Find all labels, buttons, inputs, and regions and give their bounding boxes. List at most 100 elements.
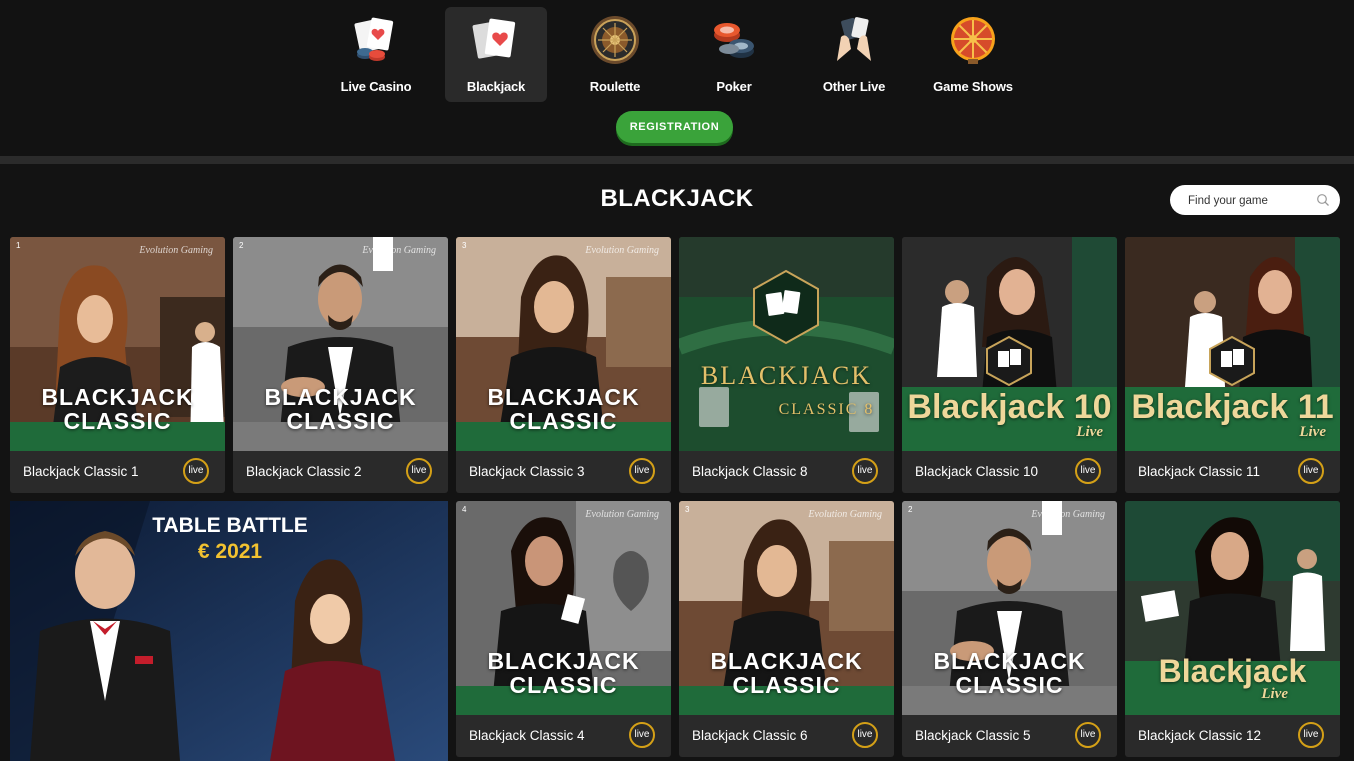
promo-title: TABLE BATTLE € 2021	[140, 513, 320, 565]
thumbnail-title-line: CLASSIC 8	[778, 401, 875, 418]
game-card-blackjack-classic-10[interactable]: Blackjack 10 Live Blackjack Classic 10 l…	[902, 237, 1117, 493]
thumbnail-title-line: Live	[1299, 424, 1326, 440]
provider-logo: Evolution Gaming	[362, 245, 436, 256]
thumbnail-title: BLACKJACK CLASSIC	[233, 385, 448, 433]
thumbnail-title-line: Live	[1076, 424, 1103, 440]
live-badge: live	[629, 722, 655, 748]
game-position-number: 2	[908, 505, 913, 514]
table-battle-promo-banner[interactable]: TABLE BATTLE € 2021	[10, 501, 448, 761]
game-thumbnail: 1 Evolution Gaming BLACKJACK CLASSIC	[10, 237, 225, 451]
game-title: Blackjack Classic 4	[469, 728, 585, 743]
search-input[interactable]	[1186, 192, 1310, 210]
nav-label: Poker	[716, 79, 752, 94]
thumbnail-title: BLACKJACK CLASSIC	[679, 649, 894, 697]
game-card-blackjack-classic-8[interactable]: BLACKJACK CLASSIC 8 Blackjack Classic 8 …	[679, 237, 894, 493]
game-thumbnail: 3 Evolution Gaming BLACKJACK CLASSIC	[679, 501, 894, 715]
game-card-blackjack-classic-6[interactable]: 3 Evolution Gaming BLACKJACK CLASSIC Bla…	[679, 501, 894, 757]
thumbnail-title-line: BLACKJACK	[41, 384, 194, 410]
game-card-blackjack-classic-3[interactable]: 3 Evolution Gaming BLACKJACK CLASSIC Bla…	[456, 237, 671, 493]
game-title: Blackjack Classic 11	[1138, 464, 1261, 479]
thumbnail-title: Blackjack Live	[1125, 653, 1340, 702]
thumbnail-title-line: CLASSIC	[63, 408, 172, 434]
game-position-number: 3	[462, 241, 467, 250]
thumbnail-title: BLACKJACK CLASSIC	[456, 385, 671, 433]
game-card-blackjack-classic-12[interactable]: Blackjack Live Blackjack Classic 12 live	[1125, 501, 1340, 757]
prize-wheel-icon	[951, 17, 995, 64]
game-title: Blackjack Classic 10	[915, 464, 1039, 479]
game-title: Blackjack Classic 5	[915, 728, 1031, 743]
category-nav: Live Casino Blackjack Roulette Poker Oth…	[0, 0, 1354, 156]
game-title: Blackjack Classic 12	[1138, 728, 1262, 743]
thumbnail-title-line: Blackjack 10	[907, 388, 1112, 426]
live-badge: live	[852, 458, 878, 484]
live-badge: live	[406, 458, 432, 484]
thumbnail-title: Blackjack 10 Live	[902, 388, 1117, 440]
provider-logo: Evolution Gaming	[139, 245, 213, 256]
thumbnail-title-line: BLACKJACK	[933, 648, 1086, 674]
game-thumbnail: 3 Evolution Gaming BLACKJACK CLASSIC	[456, 237, 671, 451]
live-badge: live	[183, 458, 209, 484]
thumbnail-title-line: CLASSIC	[955, 672, 1064, 698]
nav-item-roulette[interactable]: Roulette	[564, 7, 666, 102]
nav-item-live-casino[interactable]: Live Casino	[325, 7, 427, 102]
roulette-wheel-icon	[591, 16, 639, 64]
provider-logo: Evolution Gaming	[1031, 509, 1105, 520]
game-card-blackjack-classic-11[interactable]: Blackjack 11 Live Blackjack Classic 11 l…	[1125, 237, 1340, 493]
live-badge: live	[1298, 722, 1324, 748]
thumbnail-title-line: CLASSIC	[509, 408, 618, 434]
nav-label: Game Shows	[933, 79, 1013, 94]
registration-button[interactable]: REGISTRATION	[616, 111, 733, 143]
live-badge: live	[852, 722, 878, 748]
thumbnail-title-line: CLASSIC	[509, 672, 618, 698]
game-thumbnail: Blackjack 10 Live	[902, 237, 1117, 451]
nav-label: Other Live	[822, 79, 886, 94]
game-position-number: 2	[239, 241, 244, 250]
game-card-blackjack-classic-4[interactable]: 4 Evolution Gaming BLACKJACK CLASSIC Bla…	[456, 501, 671, 757]
nav-item-other-live[interactable]: Other Live	[803, 7, 905, 102]
nav-item-poker[interactable]: Poker	[683, 7, 785, 102]
divider	[0, 156, 1354, 164]
live-badge: live	[1075, 722, 1101, 748]
provider-logo: Evolution Gaming	[585, 245, 659, 256]
live-badge: live	[1298, 458, 1324, 484]
game-thumbnail: Blackjack Live	[1125, 501, 1340, 715]
thumbnail-title: BLACKJACK CLASSIC	[902, 649, 1117, 697]
thumbnail-title-line: Blackjack	[1158, 653, 1307, 689]
thumbnail-title: BLACKJACK CLASSIC	[10, 385, 225, 433]
game-thumbnail: 2 Evolution Gaming BLACKJACK CLASSIC	[902, 501, 1117, 715]
promo-title-line-2: € 2021	[197, 540, 263, 563]
game-thumbnail: 4 Evolution Gaming BLACKJACK CLASSIC	[456, 501, 671, 715]
live-badge: live	[1075, 458, 1101, 484]
cards-chips-icon	[354, 17, 394, 61]
game-card-blackjack-classic-2[interactable]: 2 Evolution Gaming BLACKJACK CLASSIC Bla…	[233, 237, 448, 493]
thumbnail-title-line: Blackjack 11	[1131, 388, 1334, 426]
provider-logo: Evolution Gaming	[585, 509, 659, 520]
thumbnail-title: Blackjack 11 Live	[1125, 388, 1340, 440]
provider-logo: Evolution Gaming	[808, 509, 882, 520]
promo-title-line-1: TABLE BATTLE	[152, 514, 308, 537]
game-thumbnail: BLACKJACK CLASSIC 8	[679, 237, 894, 451]
hands-cards-icon	[837, 17, 871, 61]
nav-item-blackjack[interactable]: Blackjack	[445, 7, 547, 102]
thumbnail-title: BLACKJACK CLASSIC 8	[679, 359, 894, 427]
thumbnail-title-line: BLACKJACK	[487, 384, 640, 410]
thumbnail-title-line: BLACKJACK	[710, 648, 863, 674]
game-title: Blackjack Classic 8	[692, 464, 808, 479]
game-card-blackjack-classic-1[interactable]: 1 Evolution Gaming BLACKJACK CLASSIC Bla…	[10, 237, 225, 493]
search-icon[interactable]	[1316, 193, 1330, 207]
nav-item-game-shows[interactable]: Game Shows	[922, 7, 1024, 102]
game-title: Blackjack Classic 6	[692, 728, 808, 743]
thumbnail-title-line: Live	[1261, 686, 1288, 702]
game-title: Blackjack Classic 2	[246, 464, 362, 479]
page-title: BLACKJACK	[600, 185, 754, 212]
game-thumbnail: 2 Evolution Gaming BLACKJACK CLASSIC	[233, 237, 448, 451]
game-card-blackjack-classic-5[interactable]: 2 Evolution Gaming BLACKJACK CLASSIC Bla…	[902, 501, 1117, 757]
thumbnail-title-line: BLACKJACK	[700, 361, 873, 390]
live-badge: live	[629, 458, 655, 484]
thumbnail-title-line: CLASSIC	[732, 672, 841, 698]
game-title: Blackjack Classic 3	[469, 464, 585, 479]
thumbnail-title: BLACKJACK CLASSIC	[456, 649, 671, 697]
nav-label: Blackjack	[466, 79, 526, 94]
search-box	[1170, 185, 1340, 215]
game-position-number: 4	[462, 505, 467, 514]
